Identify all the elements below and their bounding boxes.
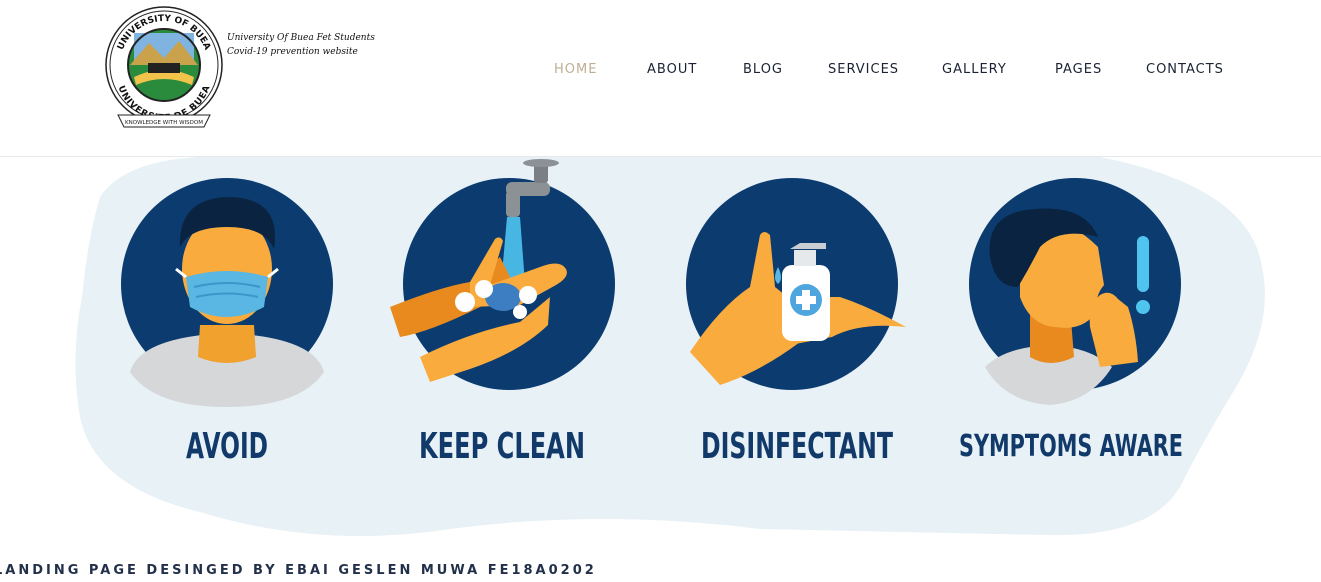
card-label-keep-clean: KEEP CLEAN [419, 426, 585, 467]
face-mask-icon [121, 178, 333, 407]
university-logo[interactable]: UNIVERSITY OF BUEA UNIVERSITE DE BUEA KN… [104, 3, 224, 136]
nav-gallery[interactable]: GALLERY [942, 62, 1007, 77]
site-header: UNIVERSITY OF BUEA UNIVERSITE DE BUEA KN… [0, 0, 1321, 157]
tagline-line-2: Covid-19 prevention website [227, 47, 358, 57]
nav-home[interactable]: HOME [554, 62, 597, 77]
card-label-symptoms-aware: SYMPTOMS AWARE [959, 429, 1183, 464]
card-label-disinfectant: DISINFECTANT [701, 426, 893, 467]
designer-credit: LANDING PAGE DESINGED BY EBAI GESLEN MUW… [0, 563, 597, 578]
nav-about[interactable]: ABOUT [647, 62, 697, 77]
nav-services[interactable]: SERVICES [828, 62, 899, 77]
card-label-avoid: AVOID [186, 426, 268, 467]
tagline-line-1: University Of Buea Fet Students [227, 33, 375, 43]
nav-contacts[interactable]: CONTACTS [1146, 62, 1224, 77]
covid-prevention-banner: AVOID KEEP CLEAN DISINFECTANT SYMPTOMS A… [0, 156, 1321, 552]
site-tagline: University Of Buea Fet Students Covid-19… [227, 31, 375, 59]
nav-blog[interactable]: BLOG [743, 62, 783, 77]
nav-pages[interactable]: PAGES [1055, 62, 1102, 77]
logo-motto: KNOWLEDGE WITH WISDOM [125, 120, 203, 126]
